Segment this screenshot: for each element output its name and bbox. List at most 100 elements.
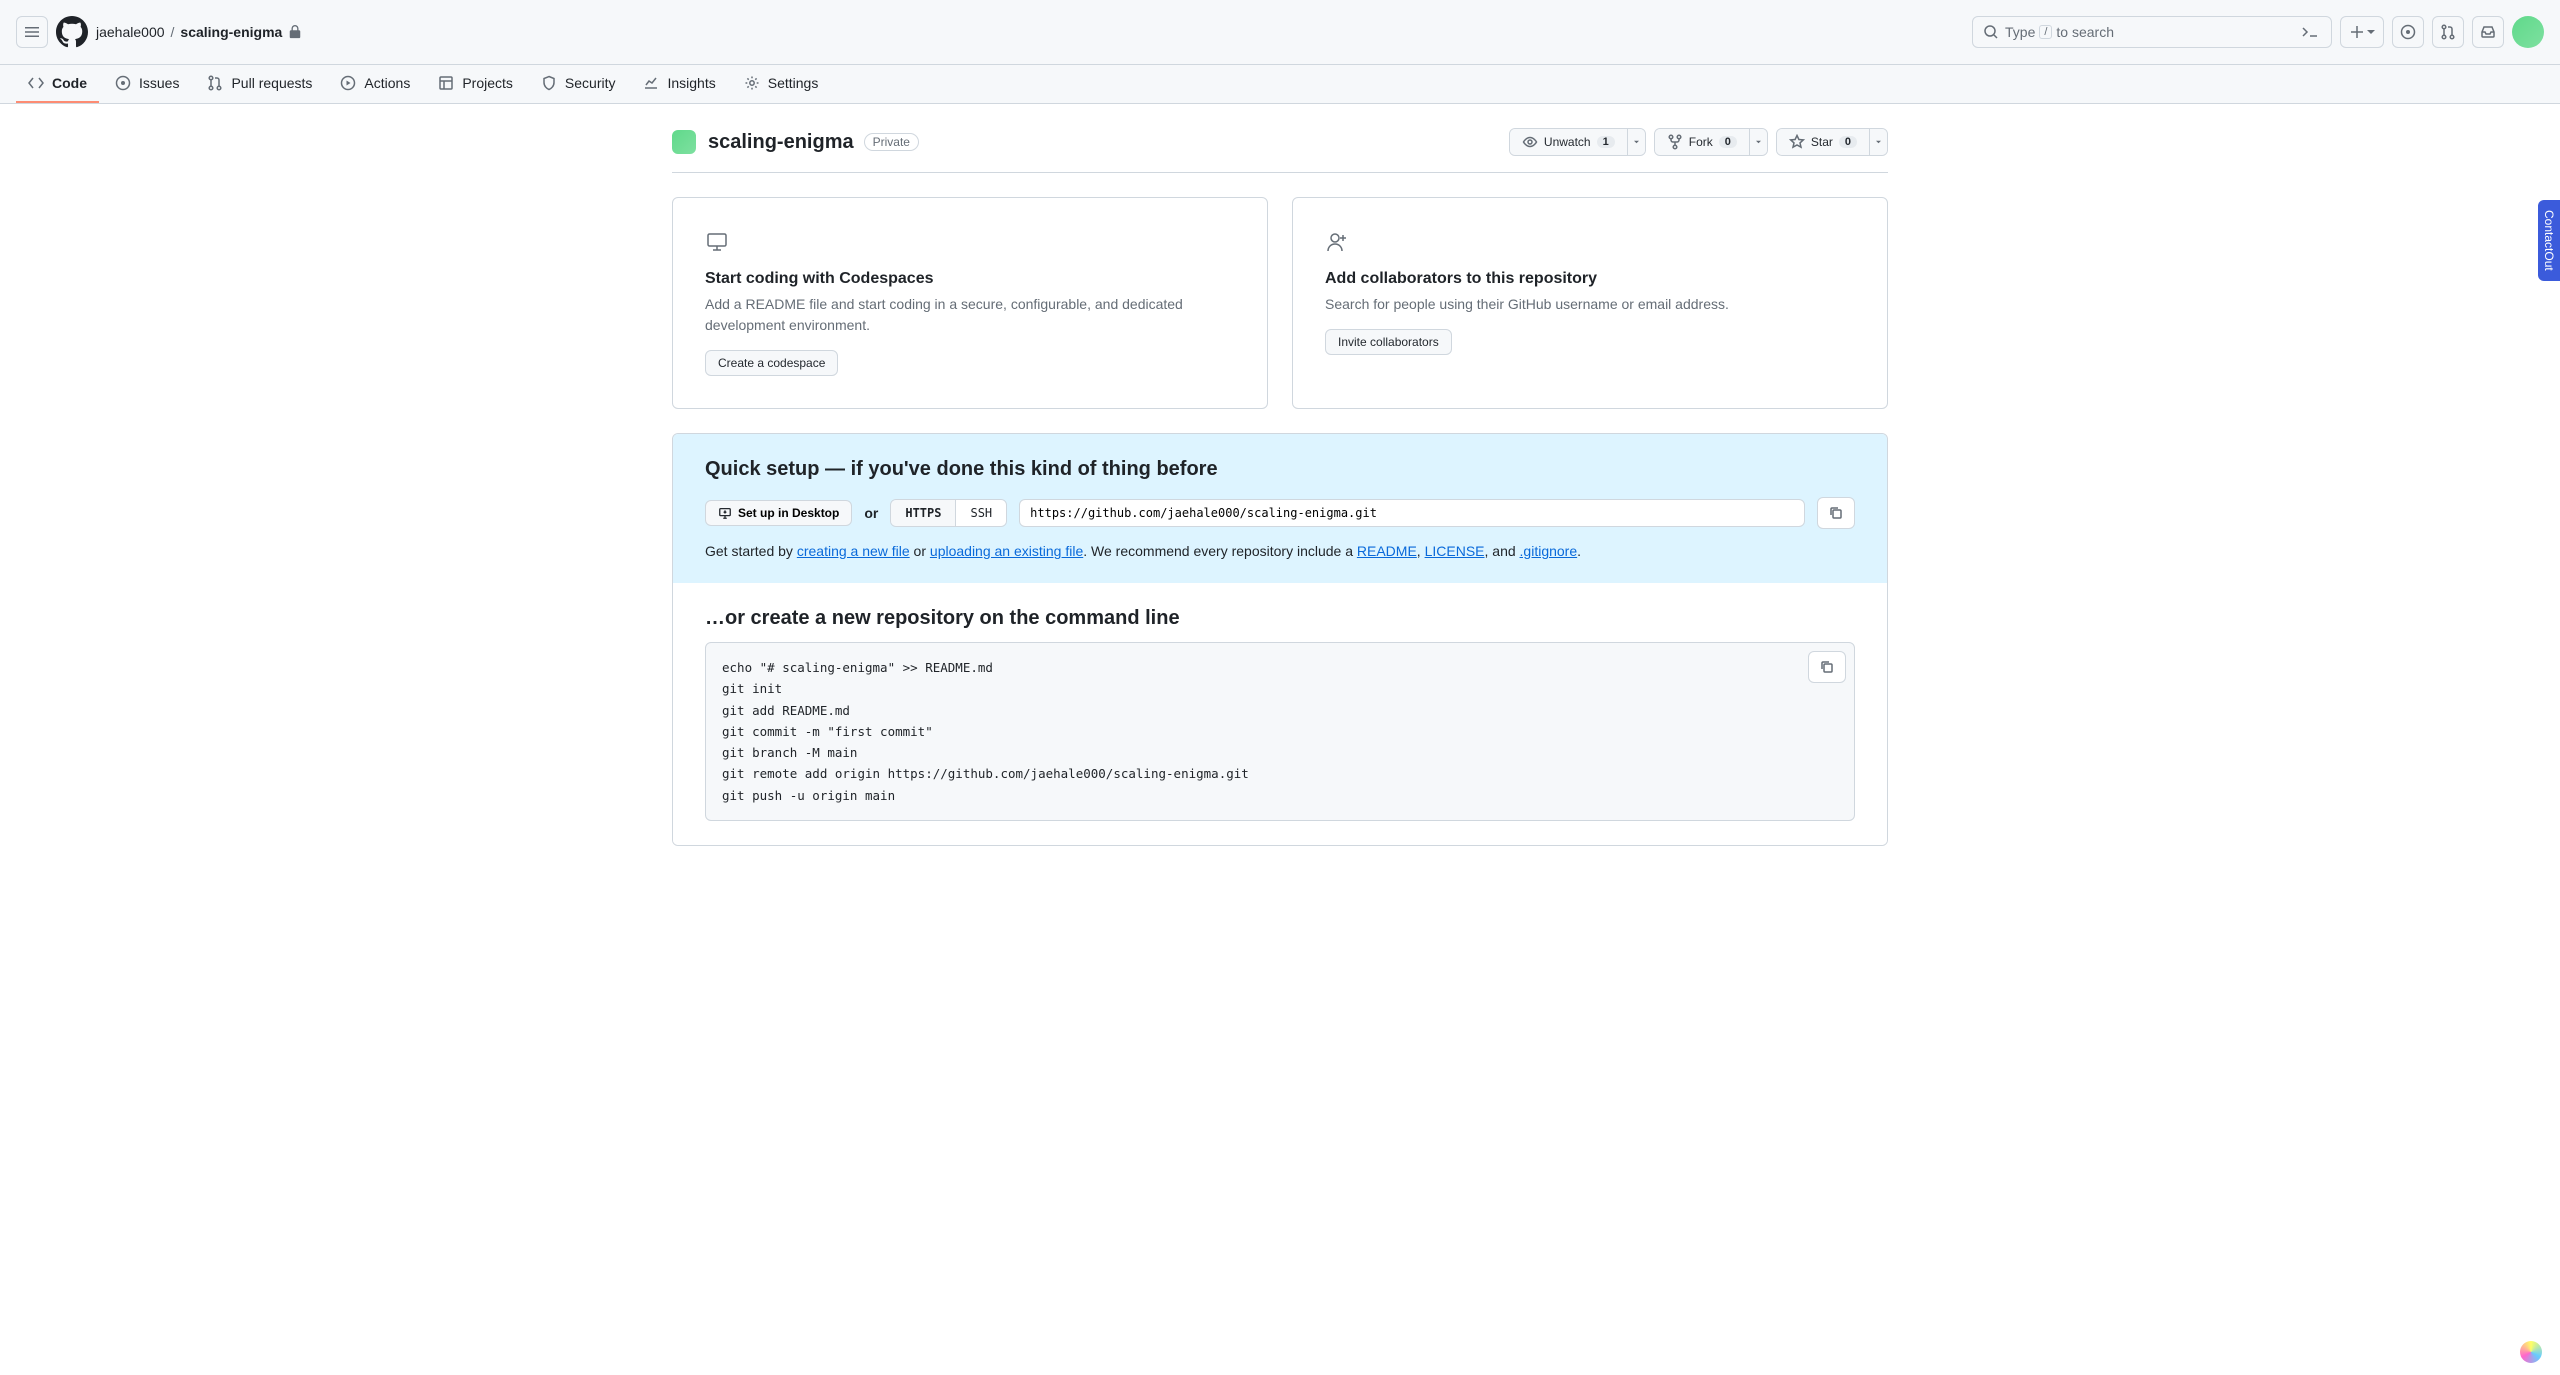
repo-header: scaling-enigma Private Unwatch 1 Fork 0: [672, 128, 1888, 173]
fork-button[interactable]: Fork 0: [1655, 129, 1749, 155]
star-button-group: Star 0: [1776, 128, 1888, 156]
visibility-badge: Private: [864, 133, 919, 151]
invite-collaborators-button[interactable]: Invite collaborators: [1325, 329, 1452, 355]
hint-text: .: [1577, 543, 1581, 559]
global-header: jaehale000 / scaling-enigma Type / to se…: [0, 0, 2560, 65]
repo-actions: Unwatch 1 Fork 0: [1509, 128, 1888, 156]
ssh-tab[interactable]: SSH: [955, 500, 1006, 526]
watch-button-group: Unwatch 1: [1509, 128, 1646, 156]
search-input[interactable]: Type / to search: [1972, 16, 2332, 48]
fork-dropdown[interactable]: [1749, 129, 1767, 155]
repo-nav: Code Issues Pull requests Actions Projec…: [0, 65, 2560, 104]
nav-insights[interactable]: Insights: [631, 65, 727, 103]
create-new-file-link[interactable]: creating a new file: [797, 543, 910, 559]
hint-text: Get started by: [705, 543, 797, 559]
star-count: 0: [1839, 136, 1857, 148]
search-kbd: /: [2039, 25, 2052, 39]
nav-security-label: Security: [565, 75, 616, 91]
star-button[interactable]: Star 0: [1777, 129, 1869, 155]
star-icon: [1789, 134, 1805, 150]
cmdline-code-text: echo "# scaling-enigma" >> README.md git…: [722, 660, 1249, 803]
chevron-down-icon: [1634, 138, 1639, 146]
issue-icon: [115, 75, 131, 91]
chevron-down-icon: [1756, 138, 1761, 146]
search-icon: [1983, 24, 1999, 40]
nav-actions[interactable]: Actions: [328, 65, 422, 103]
quick-setup-hint: Get started by creating a new file or up…: [705, 543, 1855, 559]
quick-setup-top: Quick setup — if you've done this kind o…: [673, 434, 1887, 583]
codespaces-desc: Add a README file and start coding in a …: [705, 294, 1235, 336]
copy-code-button[interactable]: [1808, 651, 1846, 683]
setup-desktop-label: Set up in Desktop: [738, 506, 839, 520]
fork-count: 0: [1719, 136, 1737, 148]
pull-request-icon: [207, 75, 223, 91]
clone-url-input[interactable]: [1019, 499, 1805, 527]
unwatch-button[interactable]: Unwatch 1: [1510, 129, 1627, 155]
copy-url-button[interactable]: [1817, 497, 1855, 529]
floating-widget-icon[interactable]: [2520, 1341, 2542, 1363]
nav-settings[interactable]: Settings: [732, 65, 831, 103]
hint-text: or: [910, 543, 930, 559]
https-tab[interactable]: HTTPS: [891, 500, 955, 526]
copy-icon: [1828, 505, 1844, 521]
chevron-down-icon: [2367, 28, 2375, 36]
main-content: scaling-enigma Private Unwatch 1 Fork 0: [640, 104, 1920, 870]
nav-pulls-label: Pull requests: [231, 75, 312, 91]
search-text-type: Type: [2005, 24, 2035, 40]
hint-text: ,: [1417, 543, 1425, 559]
license-link[interactable]: LICENSE: [1425, 543, 1485, 559]
eye-icon: [1522, 134, 1538, 150]
or-separator: or: [864, 505, 878, 521]
star-dropdown[interactable]: [1869, 129, 1887, 155]
create-new-button[interactable]: [2340, 16, 2384, 48]
pull-requests-button[interactable]: [2432, 16, 2464, 48]
user-avatar[interactable]: [2512, 16, 2544, 48]
hamburger-menu[interactable]: [16, 16, 48, 48]
breadcrumb-repo[interactable]: scaling-enigma: [180, 24, 282, 40]
issues-button[interactable]: [2392, 16, 2424, 48]
quick-setup-title: Quick setup — if you've done this kind o…: [705, 458, 1855, 481]
issue-icon: [2400, 24, 2416, 40]
upload-file-link[interactable]: uploading an existing file: [930, 543, 1083, 559]
readme-link[interactable]: README: [1357, 543, 1417, 559]
search-text-rest: to search: [2056, 24, 2114, 40]
nav-security[interactable]: Security: [529, 65, 628, 103]
nav-actions-label: Actions: [364, 75, 410, 91]
notifications-button[interactable]: [2472, 16, 2504, 48]
codespaces-title: Start coding with Codespaces: [705, 270, 1235, 288]
nav-code[interactable]: Code: [16, 65, 99, 103]
setup-cards-row: Start coding with Codespaces Add a READM…: [672, 197, 1888, 409]
shield-icon: [541, 75, 557, 91]
fork-button-group: Fork 0: [1654, 128, 1768, 156]
watch-dropdown[interactable]: [1627, 129, 1645, 155]
protocol-toggle: HTTPS SSH: [890, 499, 1007, 527]
setup-desktop-button[interactable]: Set up in Desktop: [705, 500, 852, 526]
nav-issues[interactable]: Issues: [103, 65, 191, 103]
nav-projects-label: Projects: [462, 75, 513, 91]
lock-icon: [288, 25, 302, 39]
github-logo[interactable]: [56, 16, 88, 48]
quick-setup-row: Set up in Desktop or HTTPS SSH: [705, 497, 1855, 529]
project-icon: [438, 75, 454, 91]
nav-projects[interactable]: Projects: [426, 65, 525, 103]
breadcrumb-owner[interactable]: jaehale000: [96, 24, 165, 40]
contactout-tab[interactable]: ContactOut: [2538, 200, 2560, 281]
pull-request-icon: [2440, 24, 2456, 40]
hint-text: . We recommend every repository include …: [1083, 543, 1357, 559]
gitignore-link[interactable]: .gitignore: [1520, 543, 1578, 559]
code-icon: [28, 75, 44, 91]
nav-pulls[interactable]: Pull requests: [195, 65, 324, 103]
gear-icon: [744, 75, 760, 91]
repo-avatar: [672, 130, 696, 154]
search-placeholder: Type / to search: [2005, 24, 2295, 40]
cmdline-title: …or create a new repository on the comma…: [705, 607, 1855, 630]
collaborators-desc: Search for people using their GitHub use…: [1325, 294, 1855, 315]
nav-code-label: Code: [52, 75, 87, 91]
play-icon: [340, 75, 356, 91]
cmdline-code[interactable]: echo "# scaling-enigma" >> README.md git…: [705, 642, 1855, 821]
copy-icon: [1819, 659, 1835, 675]
command-palette-icon[interactable]: [2301, 24, 2321, 40]
quick-setup-box: Quick setup — if you've done this kind o…: [672, 433, 1888, 846]
codespaces-icon: [705, 230, 1235, 254]
create-codespace-button[interactable]: Create a codespace: [705, 350, 838, 376]
